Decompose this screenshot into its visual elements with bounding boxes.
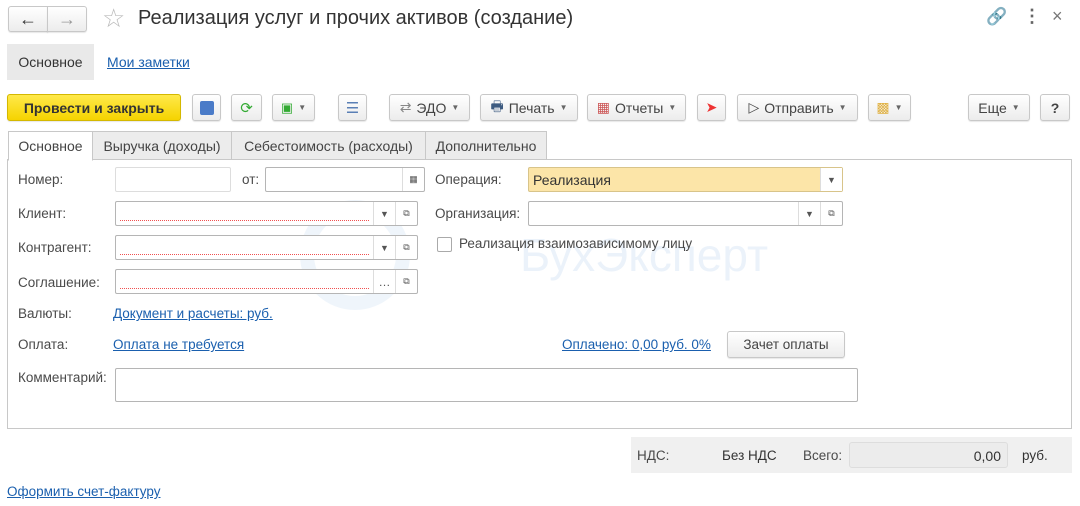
more-vert-icon[interactable]: ⋮: [1023, 6, 1041, 27]
edo-label: ЭДО: [416, 99, 447, 116]
tab-additional[interactable]: Дополнительно: [425, 131, 547, 160]
currency-link[interactable]: Документ и расчеты: руб.: [113, 306, 273, 321]
post-button[interactable]: ⟳: [231, 94, 262, 121]
post-document-icon: ⟳: [240, 99, 253, 117]
star-icon[interactable]: ☆: [102, 3, 125, 34]
chevron-down-icon[interactable]: ▼: [798, 202, 820, 225]
nav-main[interactable]: Основное: [7, 44, 94, 80]
number-input[interactable]: [115, 167, 231, 192]
client-label: Клиент:: [18, 206, 67, 221]
select-dots-icon[interactable]: …: [373, 270, 395, 293]
client-input[interactable]: ▼ ⧉: [115, 201, 418, 226]
reports-label: Отчеты: [614, 99, 664, 116]
calendar-icon[interactable]: ▦: [402, 168, 424, 191]
send-button[interactable]: ▷ Отправить ▼: [737, 94, 858, 121]
contractor-input[interactable]: ▼ ⧉: [115, 235, 418, 260]
number-label: Номер:: [18, 172, 64, 187]
arrow-right-icon: →: [58, 8, 76, 29]
more-label: Еще: [978, 99, 1007, 116]
close-icon[interactable]: ×: [1052, 6, 1063, 27]
organization-label: Организация:: [435, 206, 521, 221]
send-label: Отправить: [764, 99, 834, 116]
create-invoice-link[interactable]: Оформить счет-фактуру: [7, 484, 161, 499]
1c-connect-button[interactable]: ➤: [697, 94, 726, 121]
chevron-down-icon[interactable]: ▼: [820, 168, 842, 191]
currency-label: Валюты:: [18, 306, 72, 321]
printer-icon: 🖶: [490, 97, 504, 114]
related-party-checkbox[interactable]: [437, 237, 452, 252]
agreement-input[interactable]: … ⧉: [115, 269, 418, 294]
edo-button[interactable]: ⇄ ЭДО ▼: [389, 94, 470, 121]
link-icon[interactable]: 🔗: [986, 7, 1007, 27]
chevron-down-icon[interactable]: ▼: [373, 236, 395, 259]
connect-icon: ➤: [705, 99, 718, 115]
tab-cost[interactable]: Себестоимость (расходы): [231, 131, 426, 160]
payment-label: Оплата:: [18, 337, 69, 352]
list-icon: ☰: [345, 99, 360, 117]
chevron-down-icon[interactable]: ▼: [373, 202, 395, 225]
organization-input[interactable]: ▼ ⧉: [528, 201, 843, 226]
create-based-icon: ▣: [280, 99, 294, 115]
tab-main[interactable]: Основное: [8, 131, 93, 161]
floppy-icon: [199, 100, 214, 115]
nav-notes[interactable]: Мои заметки: [107, 54, 190, 70]
back-button[interactable]: ←: [8, 6, 48, 32]
total-label: Всего:: [803, 448, 843, 463]
save-button[interactable]: [192, 94, 221, 121]
edo-icon: ⇄: [399, 99, 412, 115]
paid-link[interactable]: Оплачено: 0,00 руб. 0%: [562, 337, 711, 352]
open-icon[interactable]: ⧉: [395, 236, 417, 259]
comment-input[interactable]: [115, 368, 858, 402]
open-icon[interactable]: ⧉: [820, 202, 842, 225]
currency-unit: руб.: [1022, 448, 1048, 463]
payment-offset-button[interactable]: Зачет оплаты: [727, 331, 845, 358]
contractor-label: Контрагент:: [18, 240, 92, 255]
post-and-close-button[interactable]: Провести и закрыть: [7, 94, 181, 121]
payment-link[interactable]: Оплата не требуется: [113, 337, 244, 352]
forward-button[interactable]: →: [47, 6, 87, 32]
operation-label: Операция:: [435, 172, 502, 187]
help-button[interactable]: ?: [1040, 94, 1070, 121]
tab-revenue[interactable]: Выручка (доходы): [92, 131, 232, 160]
vat-value: Без НДС: [722, 448, 777, 463]
date-input[interactable]: ▦: [265, 167, 425, 192]
reports-button[interactable]: ▦ Отчеты ▼: [587, 94, 686, 121]
vat-label: НДС:: [637, 448, 670, 463]
page-title: Реализация услуг и прочих активов (созда…: [138, 7, 574, 29]
attachments-button[interactable]: ▩ ▼: [868, 94, 911, 121]
file-clock-icon: ▩: [876, 99, 890, 115]
print-label: Печать: [508, 99, 555, 116]
operation-value: Реализация: [533, 172, 611, 188]
create-based-button[interactable]: ▣ ▼: [272, 94, 315, 121]
print-button[interactable]: 🖶 Печать ▼: [480, 94, 578, 121]
open-icon[interactable]: ⧉: [395, 270, 417, 293]
comment-label: Комментарий:: [18, 370, 107, 385]
open-icon[interactable]: ⧉: [395, 202, 417, 225]
journal-button[interactable]: ☰: [338, 94, 367, 121]
operation-select[interactable]: Реализация ▼: [528, 167, 843, 192]
send-icon: ▷: [748, 99, 760, 115]
more-button[interactable]: Еще ▼: [968, 94, 1030, 121]
date-label: от:: [242, 172, 260, 187]
agreement-label: Соглашение:: [18, 275, 100, 290]
arrow-left-icon: ←: [19, 8, 37, 29]
total-value: 0,00: [849, 442, 1008, 468]
related-party-label: Реализация взаимозависимому лицу: [459, 236, 693, 251]
report-icon: ▦: [596, 99, 610, 115]
